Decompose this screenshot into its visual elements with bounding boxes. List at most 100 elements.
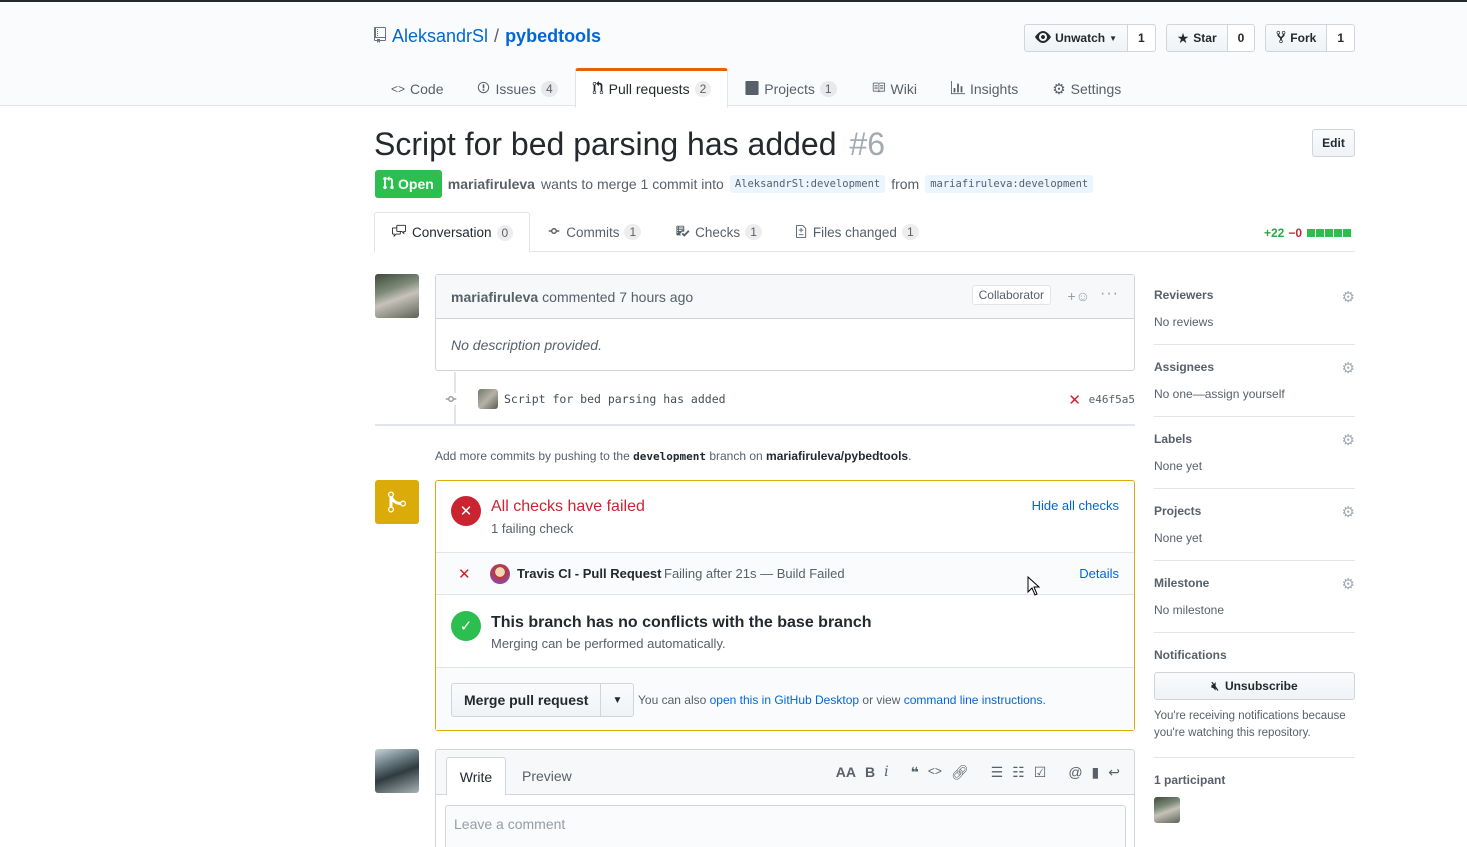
gear-icon[interactable]: ⚙ xyxy=(1342,288,1355,306)
watchers-count[interactable]: 1 xyxy=(1128,24,1156,52)
edit-title-button[interactable]: Edit xyxy=(1312,129,1355,157)
unwatch-button[interactable]: Unwatch ▼ xyxy=(1024,24,1129,52)
conflicts-title: This branch has no conflicts with the ba… xyxy=(491,614,872,631)
nav-projects-count: 1 xyxy=(819,81,837,97)
merge-alternatives: You can also open this in GitHub Desktop… xyxy=(638,693,1046,707)
tab-checks[interactable]: Checks 1 xyxy=(658,212,779,252)
gear-icon[interactable]: ⚙ xyxy=(1342,431,1355,449)
stars-count[interactable]: 0 xyxy=(1227,24,1256,52)
assignees-value[interactable]: No one—assign yourself xyxy=(1154,387,1355,401)
x-icon[interactable]: ✕ xyxy=(1068,391,1081,409)
tab-checks-label: Checks xyxy=(695,224,741,240)
tab-commits[interactable]: Commits 1 xyxy=(530,212,658,252)
mention-icon[interactable]: @ xyxy=(1068,764,1082,781)
repo-owner-link[interactable]: AleksandrSl xyxy=(392,26,488,47)
bookmark-icon[interactable]: ▮ xyxy=(1092,764,1100,781)
unsubscribe-button[interactable]: 🔇︎ Unsubscribe xyxy=(1154,672,1355,700)
timeline-divider xyxy=(375,424,1135,426)
commit-sha-link[interactable]: e46f5a5 xyxy=(1089,393,1135,406)
diffstat-block xyxy=(1334,229,1342,237)
add-reaction-icon[interactable]: +☺ xyxy=(1068,288,1090,304)
pr-author-link[interactable]: mariafiruleva xyxy=(448,176,535,192)
unordered-list-icon[interactable]: ☰ xyxy=(991,764,1004,781)
commit-message-link[interactable]: Script for bed parsing has added xyxy=(504,392,726,406)
repo-actions: Unwatch ▼ 1 ★ Star 0 Fork 1 xyxy=(1024,24,1355,52)
author-avatar[interactable] xyxy=(375,274,419,318)
diffstat-block xyxy=(1343,229,1351,237)
unsubscribe-label: Unsubscribe xyxy=(1224,679,1298,693)
book-icon xyxy=(871,81,886,97)
mute-icon: 🔇︎ xyxy=(1211,678,1219,693)
project-icon xyxy=(745,80,759,98)
merge-pull-request-button[interactable]: Merge pull request xyxy=(452,684,602,716)
markdown-toolbar: AA B i ❝ <> 🔗︎ ☰ ☷ ☑ @ ▮ ↩ xyxy=(824,764,1120,781)
fork-button[interactable]: Fork xyxy=(1265,24,1328,52)
base-ref[interactable]: AleksandrSl:development xyxy=(729,175,886,193)
checklist-icon xyxy=(675,224,690,241)
tab-files-changed[interactable]: Files changed 1 xyxy=(779,212,936,252)
fork-group: Fork 1 xyxy=(1265,24,1355,52)
link-icon[interactable]: 🔗︎ xyxy=(951,764,969,781)
nav-settings[interactable]: ⚙ Settings xyxy=(1035,68,1138,108)
unwatch-label: Unwatch xyxy=(1055,31,1106,45)
check-name: Travis CI - Pull Request xyxy=(517,566,662,581)
command-line-link[interactable]: command line instructions. xyxy=(904,693,1046,707)
milestone-value: No milestone xyxy=(1154,603,1225,617)
toolbar-misc-group: @ ▮ ↩ xyxy=(1068,764,1120,781)
tab-preview[interactable]: Preview xyxy=(522,768,572,784)
nav-code[interactable]: <> Code xyxy=(374,68,460,108)
text-size-icon[interactable]: AA xyxy=(836,764,856,781)
sidebar-labels: Labels None yet ⚙ xyxy=(1154,417,1355,489)
nav-wiki[interactable]: Wiki xyxy=(854,68,934,108)
tab-write[interactable]: Write xyxy=(446,757,506,795)
nav-projects[interactable]: Projects 1 xyxy=(728,68,853,108)
tab-conversation[interactable]: Conversation 0 xyxy=(374,212,531,253)
comment-author-link[interactable]: mariafiruleva xyxy=(451,289,538,305)
conflicts-sub: Merging can be performed automatically. xyxy=(491,636,726,651)
sidebar-reviewers: Reviewers No reviews ⚙ xyxy=(1154,274,1355,345)
fork-icon xyxy=(1276,30,1286,47)
nav-pull-requests[interactable]: Pull requests 2 xyxy=(574,68,729,108)
tab-commits-label: Commits xyxy=(566,224,620,240)
new-comment-form: Write Preview AA B i ❝ <> 🔗︎ ☰ ☷ ☑ @ ▮ ↩… xyxy=(435,749,1135,847)
gear-icon[interactable]: ⚙ xyxy=(1342,503,1355,521)
nav-issues[interactable]: Issues 4 xyxy=(460,68,574,108)
gear-icon[interactable]: ⚙ xyxy=(1342,359,1355,377)
repo-name-link[interactable]: pybedtools xyxy=(505,26,601,47)
bold-icon[interactable]: B xyxy=(865,764,875,781)
nav-insights[interactable]: Insights xyxy=(934,68,1035,108)
participant-avatar[interactable] xyxy=(1154,797,1180,823)
projects-heading: Projects xyxy=(1154,504,1202,518)
pr-title-text: Script for bed parsing has added xyxy=(374,126,837,162)
merge-method-dropdown[interactable]: ▼ xyxy=(601,684,633,716)
head-ref[interactable]: mariafiruleva:development xyxy=(925,175,1094,193)
italic-icon[interactable]: i xyxy=(884,764,888,781)
tab-checks-count: 1 xyxy=(745,224,762,240)
tab-files-count: 1 xyxy=(901,224,919,240)
notification-reason: You're receiving notifications because y… xyxy=(1154,710,1346,739)
comment-timestamp: commented 7 hours ago xyxy=(542,288,694,305)
commit-author-avatar[interactable] xyxy=(478,389,498,409)
more-options-icon[interactable]: ··· xyxy=(1100,285,1119,303)
commit-row: Script for bed parsing has added ✕ e46f5… xyxy=(445,387,1135,411)
code-icon[interactable]: <> xyxy=(928,764,942,781)
check-details-link[interactable]: Details xyxy=(1079,566,1119,581)
fork-label: Fork xyxy=(1290,31,1317,45)
caret-down-icon: ▼ xyxy=(1109,33,1118,43)
forks-count[interactable]: 1 xyxy=(1327,24,1355,52)
x-icon: ✕ xyxy=(458,566,471,583)
toolbar-list-group: ☰ ☷ ☑ xyxy=(991,764,1047,781)
push-hint-branch: development xyxy=(633,450,706,463)
merge-alt-middle: or view xyxy=(862,693,901,707)
ordered-list-icon[interactable]: ☷ xyxy=(1012,764,1025,781)
task-list-icon[interactable]: ☑ xyxy=(1034,764,1047,781)
comment-textarea[interactable]: Leave a comment xyxy=(445,805,1126,847)
current-user-avatar[interactable] xyxy=(375,749,419,793)
merge-box: ✕ All checks have failed 1 failing check… xyxy=(435,480,1135,731)
open-desktop-link[interactable]: open this in GitHub Desktop xyxy=(710,693,859,707)
star-button[interactable]: ★ Star xyxy=(1165,24,1228,52)
gear-icon[interactable]: ⚙ xyxy=(1342,575,1355,593)
reply-icon[interactable]: ↩ xyxy=(1108,764,1120,781)
hide-checks-link[interactable]: Hide all checks xyxy=(1032,498,1119,513)
quote-icon[interactable]: ❝ xyxy=(911,764,919,781)
